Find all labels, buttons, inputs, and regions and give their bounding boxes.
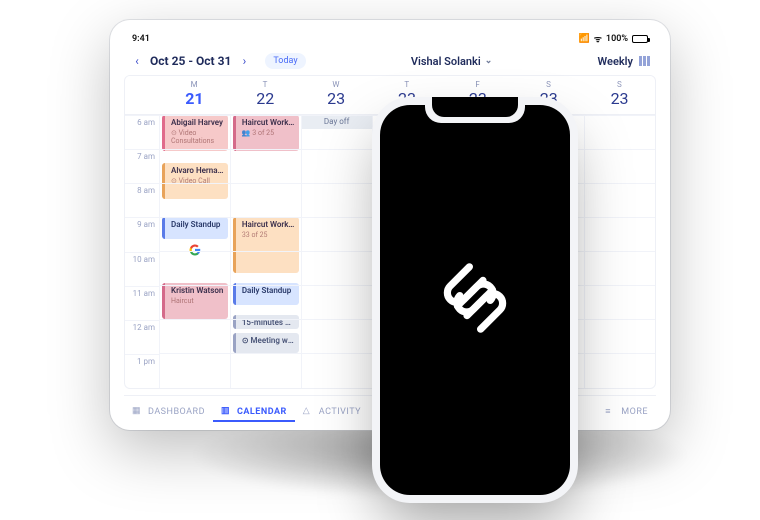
- calendar-event[interactable]: Abigail Harvey⊙ Video Consultations: [162, 115, 228, 151]
- menu-icon: ≡: [605, 406, 617, 418]
- day-header-wed[interactable]: W23: [301, 76, 372, 114]
- toolbar: ‹ Oct 25 - Oct 31 › Today Vishal Solanki…: [124, 49, 656, 75]
- col-tue[interactable]: Haircut Workshops👥 3 of 25 Haircut Worksh…: [230, 115, 301, 388]
- today-button[interactable]: Today: [265, 53, 305, 69]
- next-week-button[interactable]: ›: [237, 54, 251, 68]
- signal-icon: 📶: [578, 34, 589, 44]
- calendar-event[interactable]: Daily Standup: [233, 283, 299, 305]
- dayoff-banner: Day off: [302, 115, 372, 129]
- calendar-event[interactable]: Haircut Workshops33 of 25: [233, 217, 299, 273]
- week-columns-icon: [639, 56, 650, 66]
- calendar-event[interactable]: Kristin WatsonHaircut: [162, 283, 228, 319]
- calendar-event[interactable]: ⊙ Meeting with Jo…: [233, 333, 299, 353]
- day-header-sun[interactable]: S23: [584, 76, 655, 114]
- col-sun[interactable]: [584, 115, 655, 388]
- prev-week-button[interactable]: ‹: [130, 54, 144, 68]
- battery-pct: 100%: [606, 34, 628, 44]
- day-header-tue[interactable]: T22: [230, 76, 301, 114]
- day-header-row: M21 T22 W23 T23 F23 S23 S23: [125, 76, 655, 115]
- squarespace-logo-icon: [435, 258, 515, 342]
- day-header-mon[interactable]: M21: [159, 76, 230, 114]
- wifi-icon: ᯤ: [594, 32, 602, 45]
- view-label: Weekly: [598, 55, 633, 68]
- battery-icon: [632, 35, 648, 43]
- tab-activity[interactable]: △ ACTIVITY: [295, 402, 369, 422]
- phone-device: [380, 105, 570, 495]
- status-bar: 9:41 📶 ᯤ 100%: [124, 30, 656, 49]
- dashboard-icon: ▦: [132, 406, 144, 418]
- calendar-icon: ▥: [221, 406, 233, 418]
- person-name: Vishal Solanki: [411, 55, 481, 68]
- tab-calendar[interactable]: ▥ CALENDAR: [213, 402, 295, 422]
- calendar-event[interactable]: 15-minutes event: [233, 315, 299, 329]
- person-selector[interactable]: Vishal Solanki ⌄: [411, 55, 492, 68]
- phone-notch: [432, 97, 518, 117]
- chevron-down-icon: ⌄: [485, 56, 493, 66]
- calendar-event[interactable]: Alvaro Hernandez⊙ Video Call: [162, 163, 228, 199]
- google-icon: [188, 243, 202, 257]
- tab-dashboard[interactable]: ▦ DASHBOARD: [124, 402, 213, 422]
- calendar-event[interactable]: Haircut Workshops👥 3 of 25: [233, 115, 299, 151]
- status-time: 9:41: [132, 34, 150, 44]
- calendar-event[interactable]: Daily Standup: [162, 217, 228, 239]
- time-gutter: 6 am 7 am 8 am 9 am 10 am 11 am 12 am 1 …: [125, 115, 159, 388]
- col-wed[interactable]: Day off: [301, 115, 372, 388]
- tab-more[interactable]: ≡ MORE: [597, 402, 656, 422]
- view-toggle[interactable]: Weekly: [598, 55, 650, 68]
- col-mon[interactable]: Abigail Harvey⊙ Video Consultations Alvar…: [159, 115, 230, 388]
- date-range[interactable]: Oct 25 - Oct 31: [150, 54, 231, 68]
- bell-icon: △: [303, 406, 315, 418]
